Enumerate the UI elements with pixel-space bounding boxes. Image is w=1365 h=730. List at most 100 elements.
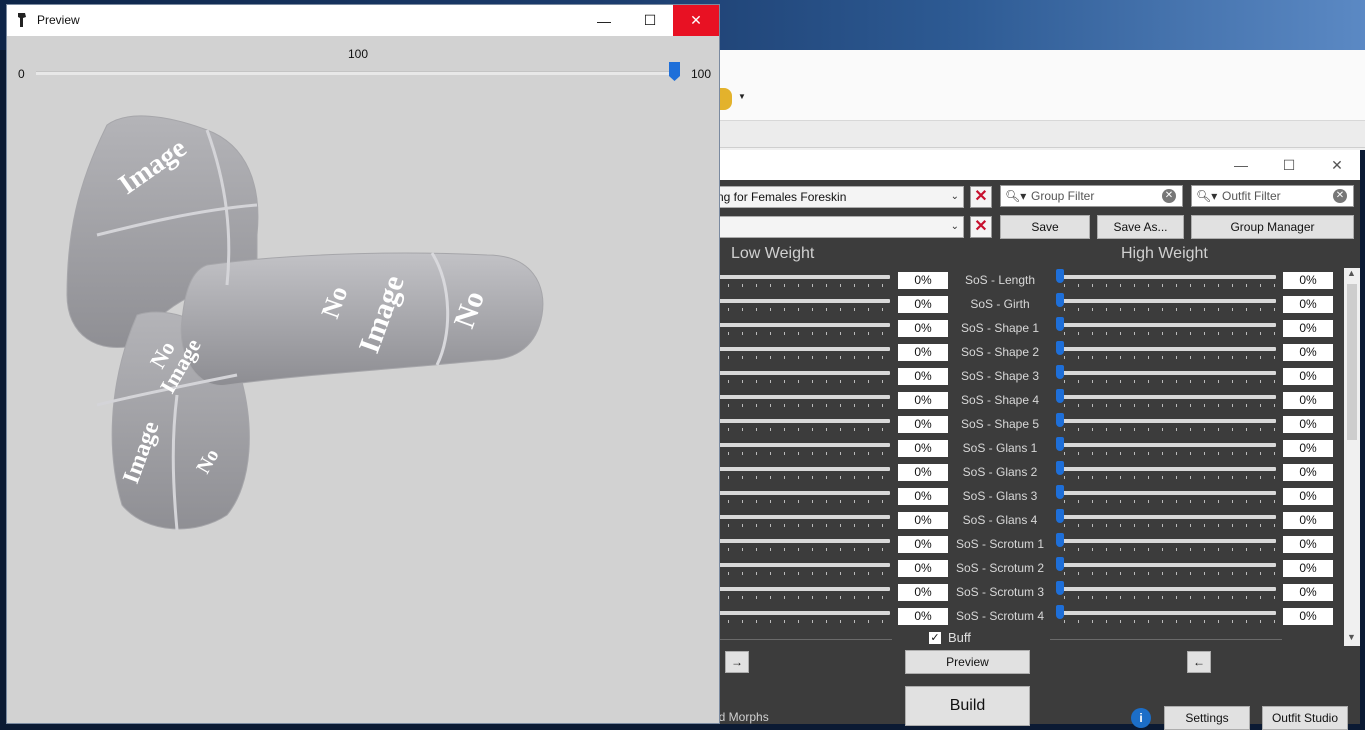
high-weight-slider-thumb[interactable] [1056, 269, 1064, 283]
high-weight-value-field[interactable]: 0% [1283, 440, 1333, 457]
low-weight-value-field[interactable]: 0% [898, 440, 948, 457]
low-weight-slider-track[interactable] [718, 299, 890, 303]
low-weight-slider-track[interactable] [718, 491, 890, 495]
high-weight-slider-thumb[interactable] [1056, 485, 1064, 499]
low-weight-value-field[interactable]: 0% [898, 464, 948, 481]
slider-scrollbar[interactable]: ▲ ▼ [1344, 268, 1360, 646]
low-weight-value-field[interactable]: 0% [898, 536, 948, 553]
low-weight-slider-track[interactable] [718, 323, 890, 327]
high-weight-slider-track[interactable] [1058, 563, 1276, 567]
low-weight-slider-track[interactable] [718, 275, 890, 279]
low-weight-slider-track[interactable] [718, 467, 890, 471]
high-weight-slider-track[interactable] [1058, 395, 1276, 399]
high-weight-slider-thumb[interactable] [1056, 557, 1064, 571]
model-preview-render[interactable]: Image No Image No No Image Image No [57, 105, 557, 545]
high-weight-value-field[interactable]: 0% [1283, 344, 1333, 361]
high-weight-slider-track[interactable] [1058, 491, 1276, 495]
toolbar-app-icon[interactable] [718, 88, 732, 110]
outfit-studio-button[interactable]: Outfit Studio [1262, 706, 1348, 730]
close-button[interactable]: ✕ [673, 5, 719, 36]
low-weight-value-field[interactable]: 0% [898, 368, 948, 385]
build-button[interactable]: Build [905, 686, 1030, 726]
high-weight-slider-thumb[interactable] [1056, 317, 1064, 331]
maximize-button[interactable]: ☐ [1266, 150, 1312, 180]
minimize-button[interactable]: — [581, 5, 627, 36]
high-weight-slider-track[interactable] [1058, 275, 1276, 279]
high-weight-value-field[interactable]: 0% [1283, 464, 1333, 481]
secondary-combo[interactable]: ⌄ [716, 216, 964, 238]
save-button[interactable]: Save [1000, 215, 1090, 239]
high-weight-slider-track[interactable] [1058, 443, 1276, 447]
preview-button[interactable]: Preview [905, 650, 1030, 674]
low-weight-slider-track[interactable] [718, 563, 890, 567]
high-weight-value-field[interactable]: 0% [1283, 320, 1333, 337]
high-weight-slider-track[interactable] [1058, 587, 1276, 591]
high-weight-slider-thumb[interactable] [1056, 293, 1064, 307]
high-weight-value-field[interactable]: 0% [1283, 584, 1333, 601]
low-weight-slider-track[interactable] [718, 395, 890, 399]
low-weight-value-field[interactable]: 0% [898, 320, 948, 337]
scroll-up-icon[interactable]: ▲ [1347, 268, 1356, 278]
clear-secondary-button[interactable]: ✕ [970, 216, 992, 238]
copy-left-button[interactable]: ← [1187, 651, 1211, 673]
high-weight-slider-track[interactable] [1058, 515, 1276, 519]
high-weight-value-field[interactable]: 0% [1283, 560, 1333, 577]
minimize-button[interactable]: — [1218, 150, 1264, 180]
save-as-button[interactable]: Save As... [1097, 215, 1184, 239]
low-weight-value-field[interactable]: 0% [898, 272, 948, 289]
low-weight-value-field[interactable]: 0% [898, 512, 948, 529]
preview-slider-track[interactable] [36, 71, 674, 75]
buff-checkbox[interactable]: ✓ [929, 632, 941, 644]
clear-outfit-filter-icon[interactable]: ✕ [1333, 189, 1347, 203]
high-weight-slider-track[interactable] [1058, 539, 1276, 543]
preset-combo[interactable]: ng for Females Foreskin ⌄ [716, 186, 964, 208]
low-weight-slider-track[interactable] [718, 539, 890, 543]
high-weight-slider-thumb[interactable] [1056, 461, 1064, 475]
low-weight-slider-track[interactable] [718, 419, 890, 423]
high-weight-slider-track[interactable] [1058, 299, 1276, 303]
high-weight-slider-thumb[interactable] [1056, 413, 1064, 427]
high-weight-slider-thumb[interactable] [1056, 389, 1064, 403]
high-weight-value-field[interactable]: 0% [1283, 488, 1333, 505]
high-weight-value-field[interactable]: 0% [1283, 392, 1333, 409]
low-weight-slider-track[interactable] [718, 347, 890, 351]
group-manager-button[interactable]: Group Manager [1191, 215, 1354, 239]
low-weight-value-field[interactable]: 0% [898, 416, 948, 433]
high-weight-slider-track[interactable] [1058, 419, 1276, 423]
toolbar-dropdown-icon[interactable]: ▼ [738, 92, 746, 101]
low-weight-slider-track[interactable] [718, 371, 890, 375]
high-weight-slider-thumb[interactable] [1056, 605, 1064, 619]
close-button[interactable]: ✕ [1314, 150, 1360, 180]
copy-right-button[interactable]: → [725, 651, 749, 673]
high-weight-slider-thumb[interactable] [1056, 509, 1064, 523]
high-weight-slider-thumb[interactable] [1056, 341, 1064, 355]
low-weight-value-field[interactable]: 0% [898, 560, 948, 577]
outfit-filter-input[interactable]: 🔍︎▾ Outfit Filter ✕ [1191, 185, 1354, 207]
high-weight-slider-thumb[interactable] [1056, 533, 1064, 547]
high-weight-value-field[interactable]: 0% [1283, 296, 1333, 313]
preview-slider-thumb[interactable] [669, 62, 680, 81]
low-weight-value-field[interactable]: 0% [898, 488, 948, 505]
low-weight-value-field[interactable]: 0% [898, 608, 948, 625]
high-weight-slider-track[interactable] [1058, 323, 1276, 327]
high-weight-value-field[interactable]: 0% [1283, 608, 1333, 625]
low-weight-value-field[interactable]: 0% [898, 296, 948, 313]
low-weight-slider-track[interactable] [718, 587, 890, 591]
clear-group-filter-icon[interactable]: ✕ [1162, 189, 1176, 203]
low-weight-slider-track[interactable] [718, 611, 890, 615]
maximize-button[interactable]: ☐ [627, 5, 673, 36]
low-weight-slider-track[interactable] [718, 443, 890, 447]
info-icon[interactable]: i [1131, 708, 1151, 728]
high-weight-value-field[interactable]: 0% [1283, 416, 1333, 433]
clear-preset-button[interactable]: ✕ [970, 186, 992, 208]
high-weight-slider-track[interactable] [1058, 611, 1276, 615]
high-weight-slider-thumb[interactable] [1056, 581, 1064, 595]
high-weight-value-field[interactable]: 0% [1283, 536, 1333, 553]
high-weight-value-field[interactable]: 0% [1283, 272, 1333, 289]
low-weight-value-field[interactable]: 0% [898, 344, 948, 361]
low-weight-value-field[interactable]: 0% [898, 392, 948, 409]
low-weight-value-field[interactable]: 0% [898, 584, 948, 601]
scroll-down-icon[interactable]: ▼ [1347, 632, 1356, 642]
high-weight-slider-track[interactable] [1058, 347, 1276, 351]
high-weight-slider-thumb[interactable] [1056, 365, 1064, 379]
